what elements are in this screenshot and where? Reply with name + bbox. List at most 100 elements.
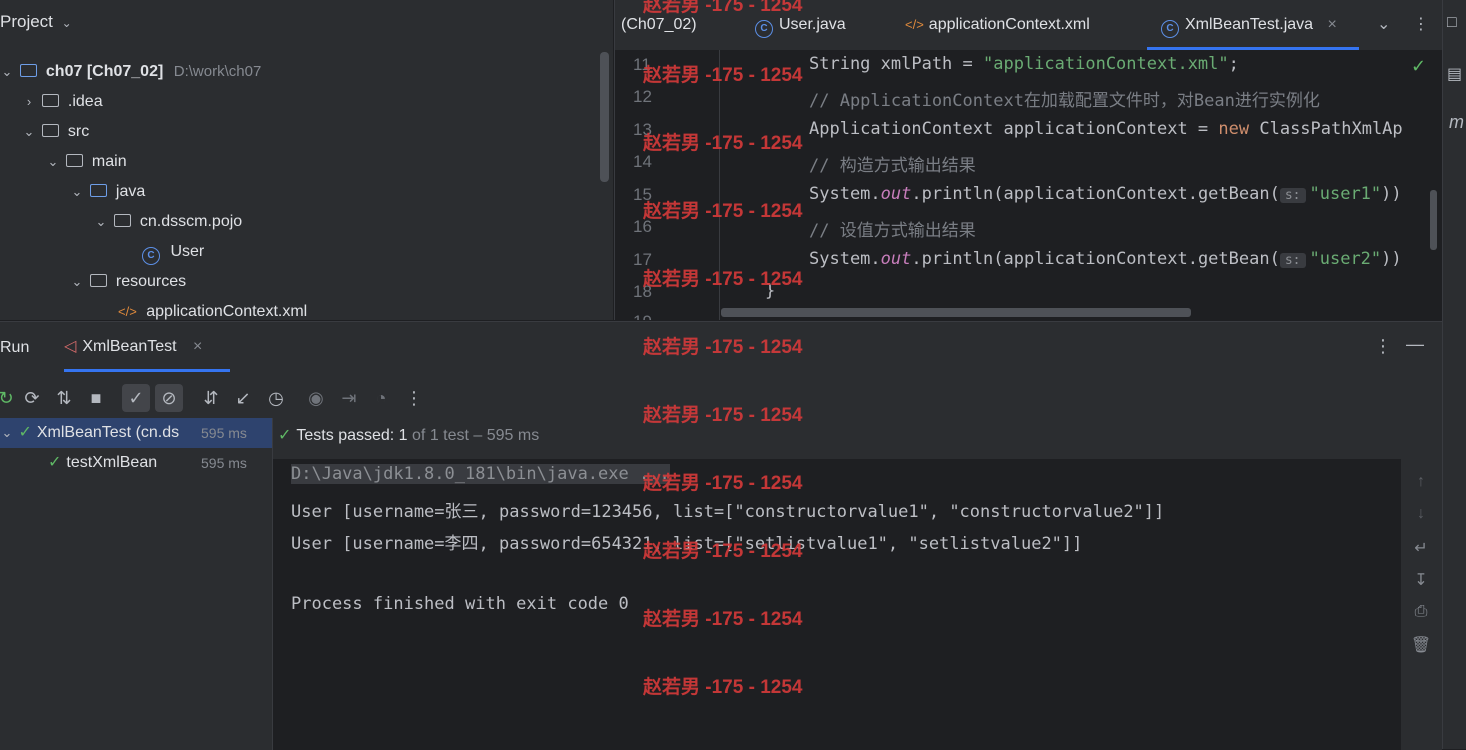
watermark-text: 赵若男 -175 - 1254	[643, 65, 803, 86]
history-icon[interactable]: ◷	[262, 384, 290, 412]
module-folder-icon	[20, 64, 38, 77]
package-icon	[114, 214, 132, 227]
tree-item-main[interactable]: ⌄ main	[46, 147, 127, 177]
console-output[interactable]: D:\Java\jdk1.8.0_181\bin\java.exe ... Us…	[273, 459, 1401, 750]
tree-item-package[interactable]: ⌄ cn.dsscm.pojo	[94, 207, 243, 237]
soft-wrap-icon[interactable]: ↵	[1410, 538, 1432, 558]
scroll-to-end-icon[interactable]: ↧	[1410, 570, 1432, 590]
more-icon[interactable]: ⋮	[1374, 336, 1392, 357]
run-tab-xmlbeantest[interactable]: ◁ XmlBeanTest ×	[64, 322, 230, 372]
chevron-down-icon: ⌄	[61, 16, 72, 30]
project-scrollbar[interactable]	[600, 52, 609, 182]
arrow-down-icon[interactable]: ↓	[1410, 505, 1432, 523]
toggle-auto-test-icon[interactable]: ⇅	[50, 384, 78, 412]
watermark-text: 赵若男 -175 - 1254	[643, 677, 803, 698]
close-icon[interactable]: ×	[193, 338, 202, 355]
database-icon[interactable]: ▤	[1447, 64, 1462, 84]
passed-check-icon: ✓	[18, 424, 32, 441]
chevron-down-icon: ⌄	[1377, 16, 1391, 33]
chevron-down-icon: ⌄	[95, 214, 107, 229]
param-hint: s:	[1279, 188, 1306, 203]
code-line-14[interactable]: // 构造方式输出结果	[809, 151, 976, 176]
folder-icon	[42, 94, 60, 107]
line-number: 14	[633, 152, 652, 171]
project-panel: Project ⌄ ⌄ ch07 [Ch07_02] D:\work\ch07 …	[0, 0, 613, 320]
chevron-down-icon: ⌄	[23, 124, 35, 139]
editor-horizontal-scrollbar[interactable]	[721, 308, 1191, 317]
minimize-icon[interactable]: —	[1406, 334, 1424, 355]
class-icon: C	[142, 247, 160, 265]
tab-appcontext-xml[interactable]: </> applicationContext.xml	[905, 0, 1090, 50]
code-line-17[interactable]: System.out.println(applicationContext.ge…	[809, 249, 1402, 269]
test-status: ✓ Tests passed: 1 of 1 test – 595 ms	[278, 427, 540, 444]
code-line-11[interactable]: String xmlPath = "applicationContext.xml…	[809, 54, 1239, 74]
sort-icon[interactable]: ⇵	[197, 384, 225, 412]
class-icon: C	[755, 20, 773, 38]
test-row-xmlbeantest[interactable]: ⌄ ✓ XmlBeanTest (cn.ds 595 ms	[0, 418, 272, 448]
chevron-down-icon: ⌄	[71, 274, 83, 289]
tree-item-ch07[interactable]: ⌄ ch07 [Ch07_02] D:\work\ch07	[0, 57, 262, 87]
show-ignored-icon[interactable]: ⊘	[155, 384, 183, 412]
tree-item-java[interactable]: ⌄ java	[70, 177, 146, 207]
test-run-icon: ◁	[64, 338, 77, 355]
test-row-testxmlbean[interactable]: ✓ testXmlBean 595 ms	[48, 448, 272, 478]
stop-icon[interactable]: ■	[82, 384, 110, 412]
arrow-up-icon[interactable]: ↑	[1410, 473, 1432, 491]
right-tool-strip: □ ▤ m	[1442, 0, 1466, 749]
console-line: Process finished with exit code 0	[291, 594, 629, 614]
watermark-text: 赵若男 -175 - 1254	[643, 133, 803, 154]
collapse-icon[interactable]: ↙	[229, 384, 257, 412]
console-line: User [username=张三, password=123456, list…	[291, 502, 1165, 522]
tree-item-user[interactable]: C User	[142, 237, 204, 267]
trash-icon[interactable]: 🗑	[1410, 635, 1432, 655]
print-icon[interactable]: ⎙	[1410, 603, 1432, 621]
folder-icon	[66, 154, 84, 167]
code-line-15[interactable]: System.out.println(applicationContext.ge…	[809, 184, 1402, 204]
tabs-dropdown-button[interactable]: ⌄	[1377, 0, 1390, 50]
chevron-down-icon: ⌄	[47, 154, 59, 169]
folder-icon	[42, 124, 60, 137]
class-icon: C	[1161, 20, 1179, 38]
watermark-text: 赵若男 -175 - 1254	[643, 337, 803, 358]
notifications-icon[interactable]: □	[1447, 14, 1457, 32]
editor-vertical-scrollbar[interactable]	[1430, 190, 1437, 250]
show-passed-icon[interactable]: ✓	[122, 384, 150, 412]
more-icon[interactable]: ⋮	[400, 384, 428, 412]
project-title[interactable]: Project ⌄	[0, 12, 72, 32]
watermark-text: 赵若男 -175 - 1254	[643, 473, 803, 494]
watermark-text: 赵若男 -175 - 1254	[643, 405, 803, 426]
chevron-right-icon: ›	[26, 94, 32, 109]
code-line-12[interactable]: // ApplicationContext在加载配置文件时，对Bean进行实例化	[809, 86, 1320, 111]
import-icon[interactable]: ⇥	[335, 384, 363, 412]
coverage-icon[interactable]: ◔	[367, 384, 395, 412]
passed-check-icon: ✓	[48, 454, 62, 471]
chevron-down-icon: ⌄	[71, 184, 83, 199]
screenshot-icon[interactable]: ◉	[302, 384, 330, 412]
rerun-failed-icon[interactable]: ⟳	[18, 384, 46, 412]
xml-file-icon: </>	[905, 17, 924, 32]
more-icon[interactable]: ⋮	[1413, 0, 1429, 50]
watermark-text: 赵若男 -175 - 1254	[643, 201, 803, 222]
watermark-text: 赵若男 -175 - 1254	[643, 269, 803, 290]
chevron-down-icon: ⌄	[1, 64, 13, 79]
chevron-down-icon: ⌄	[1, 425, 13, 440]
source-folder-icon	[90, 184, 108, 197]
console-command-line[interactable]: D:\Java\jdk1.8.0_181\bin\java.exe ...	[291, 464, 670, 484]
run-panel-title: Run	[0, 339, 30, 356]
watermark-text: 赵若男 -175 - 1254	[643, 609, 803, 630]
no-problems-check-icon[interactable]: ✓	[1411, 56, 1426, 77]
tree-item-resources[interactable]: ⌄ resources	[70, 267, 187, 297]
tree-item-src[interactable]: ⌄ src	[22, 117, 90, 147]
rerun-icon[interactable]: ↻	[0, 384, 20, 412]
resources-folder-icon	[90, 274, 108, 287]
tree-item-idea[interactable]: › .idea	[22, 87, 103, 117]
test-tree: ⌄ ✓ XmlBeanTest (cn.ds 595 ms ✓ testXmlBea…	[0, 418, 273, 750]
maven-icon[interactable]: m	[1449, 112, 1464, 133]
line-number: 19	[633, 312, 673, 320]
code-line-13[interactable]: ApplicationContext applicationContext = …	[809, 119, 1403, 139]
close-icon[interactable]: ×	[1328, 16, 1337, 33]
tab-xmlbeantest-java[interactable]: C XmlBeanTest.java ×	[1147, 0, 1359, 50]
param-hint: s:	[1279, 253, 1306, 268]
watermark-text: 赵若男 -175 - 1254	[643, 541, 803, 562]
code-line-16[interactable]: // 设值方式输出结果	[809, 216, 976, 241]
